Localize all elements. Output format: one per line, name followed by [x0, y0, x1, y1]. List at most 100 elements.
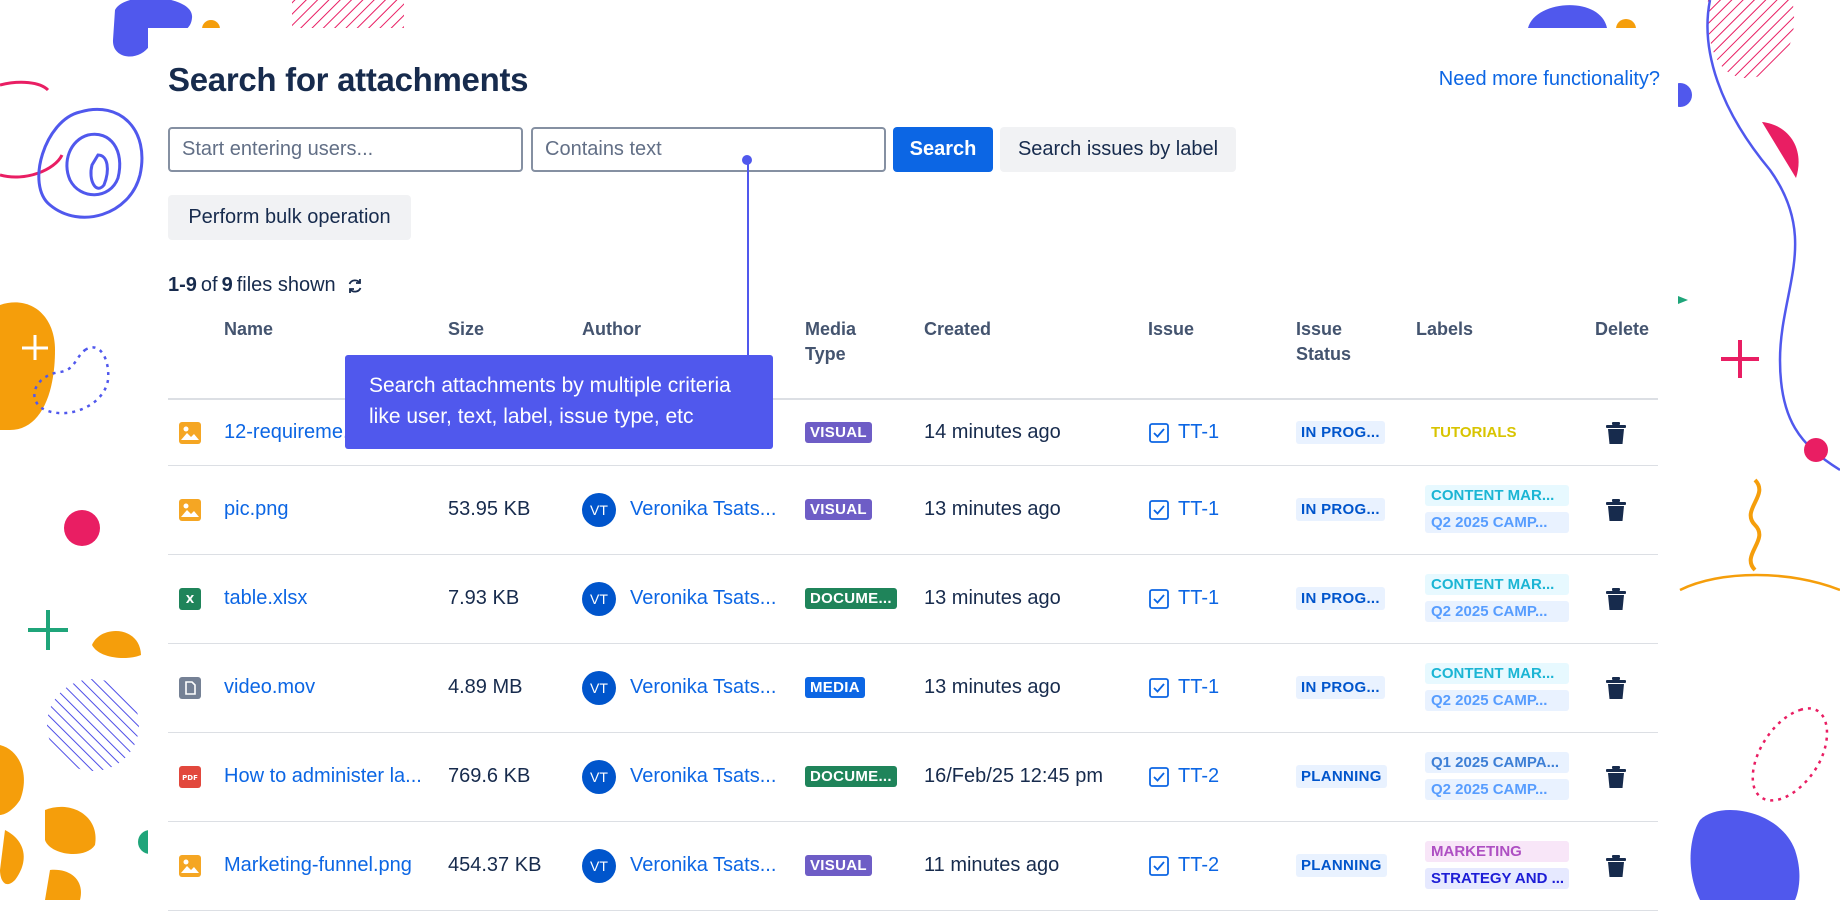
issue-cell: TT-1 [1148, 674, 1219, 702]
task-checkbox-icon [1148, 677, 1170, 699]
media-type-cell: DOCUME... [805, 765, 897, 789]
label-chip[interactable]: TUTORIALS [1425, 422, 1569, 443]
author-link[interactable]: Veronika Tsats... [630, 498, 776, 521]
issue-status-cell: IN PROG... [1296, 420, 1385, 446]
file-size: 769.6 KB [448, 765, 531, 787]
need-more-functionality-link[interactable]: Need more functionality? [1439, 68, 1660, 91]
issue-key-link[interactable]: TT-2 [1178, 854, 1219, 877]
search-issues-by-label-button[interactable]: Search issues by label [1000, 127, 1236, 172]
created-date: 11 minutes ago [924, 854, 1060, 876]
media-type-lozenge: DOCUME... [805, 766, 897, 787]
refresh-icon[interactable] [346, 277, 364, 295]
pdf-icon: PDF [178, 764, 202, 790]
issue-key-link[interactable]: TT-1 [1178, 587, 1219, 610]
task-checkbox-icon [1148, 499, 1170, 521]
search-button[interactable]: Search [893, 127, 993, 172]
author-link[interactable]: Veronika Tsats... [630, 854, 776, 877]
table-row: Xtable.xlsx 7.93 KB VT Veronika Tsats... … [168, 554, 1658, 644]
media-type-lozenge: VISUAL [805, 422, 872, 443]
image-icon [178, 497, 202, 523]
column-header-media-type[interactable]: Media Type [805, 317, 875, 367]
author-link[interactable]: Veronika Tsats... [630, 587, 776, 610]
results-count: 1-9 of 9 files shown [168, 274, 364, 297]
users-input[interactable] [168, 127, 523, 172]
label-chip[interactable]: CONTENT MAR... [1425, 573, 1569, 595]
file-name-link[interactable]: pic.png [224, 496, 289, 524]
created-date: 16/Feb/25 12:45 pm [924, 765, 1104, 787]
label-chip[interactable]: Q2 2025 CAMP... [1425, 600, 1569, 622]
task-checkbox-icon [1148, 855, 1170, 877]
page-title: Search for attachments [168, 61, 529, 98]
issue-status-lozenge: IN PROG... [1296, 421, 1385, 444]
issue-cell: TT-1 [1148, 496, 1219, 524]
column-header-name[interactable]: Name [224, 317, 273, 342]
media-type-cell: VISUAL [805, 854, 872, 878]
table-row: video.mov 4.89 MB VT Veronika Tsats... ME… [168, 643, 1658, 733]
issue-status-cell: IN PROG... [1296, 586, 1385, 612]
column-header-issue[interactable]: Issue [1148, 317, 1194, 342]
labels-cell: CONTENT MAR... Q2 2025 CAMP... [1425, 573, 1569, 622]
trash-icon[interactable] [1603, 674, 1629, 702]
label-chip[interactable]: Q2 2025 CAMP... [1425, 778, 1569, 800]
issue-status-cell: IN PROG... [1296, 497, 1385, 523]
trash-icon[interactable] [1603, 496, 1629, 524]
trash-icon[interactable] [1603, 852, 1629, 880]
label-chip[interactable]: Q2 2025 CAMP... [1425, 511, 1569, 533]
media-type-lozenge: VISUAL [805, 499, 872, 520]
label-chip[interactable]: MARKETING [1425, 840, 1569, 862]
file-name-link[interactable]: How to administer la... [224, 763, 422, 791]
issue-key-link[interactable]: TT-1 [1178, 421, 1219, 444]
media-type-cell: MEDIA [805, 676, 865, 700]
trash-icon[interactable] [1603, 763, 1629, 791]
issue-status-lozenge: PLANNING [1296, 854, 1387, 877]
labels-cell: CONTENT MAR... Q2 2025 CAMP... [1425, 662, 1569, 711]
avatar: VT [582, 670, 616, 705]
file-name-link[interactable]: table.xlsx [224, 585, 307, 613]
table-row: PDF How to administer la... 769.6 KB VT Ve… [168, 732, 1658, 822]
file-icon [178, 675, 202, 701]
author-link[interactable]: Veronika Tsats... [630, 676, 776, 699]
issue-status-lozenge: IN PROG... [1296, 676, 1385, 699]
column-header-size[interactable]: Size [448, 317, 484, 342]
issue-cell: TT-1 [1148, 419, 1219, 447]
trash-icon[interactable] [1603, 419, 1629, 447]
issue-key-link[interactable]: TT-1 [1178, 676, 1219, 699]
file-size: 53.95 KB [448, 498, 531, 520]
file-name-link[interactable]: video.mov [224, 674, 315, 702]
feature-tooltip: Search attachments by multiple criteria … [345, 355, 773, 449]
author-cell: VT Veronika Tsats... [582, 848, 776, 883]
author-cell: VT Veronika Tsats... [582, 759, 776, 794]
created-date: 14 minutes ago [924, 421, 1061, 443]
media-type-cell: VISUAL [805, 498, 872, 522]
label-chip[interactable]: Q1 2025 CAMPA... [1425, 751, 1569, 773]
task-checkbox-icon [1148, 588, 1170, 610]
author-cell: VT Veronika Tsats... [582, 670, 776, 705]
label-chip[interactable]: CONTENT MAR... [1425, 484, 1569, 506]
spreadsheet-icon: X [178, 586, 202, 612]
bulk-operation-button[interactable]: Perform bulk operation [168, 195, 411, 240]
task-checkbox-icon [1148, 766, 1170, 788]
media-type-cell: VISUAL [805, 421, 872, 445]
file-size: 4.89 MB [448, 676, 523, 698]
media-type-lozenge: MEDIA [805, 677, 865, 698]
image-icon [178, 420, 202, 446]
trash-icon[interactable] [1603, 585, 1629, 613]
results-total: 9 [221, 274, 233, 296]
issue-key-link[interactable]: TT-1 [1178, 498, 1219, 521]
label-chip[interactable]: STRATEGY AND ... [1425, 867, 1569, 889]
issue-status-cell: PLANNING [1296, 764, 1387, 790]
issue-key-link[interactable]: TT-2 [1178, 765, 1219, 788]
column-header-created[interactable]: Created [924, 317, 991, 342]
column-header-labels[interactable]: Labels [1416, 317, 1473, 342]
file-name-link[interactable]: Marketing-funnel.png [224, 852, 412, 880]
column-header-author[interactable]: Author [582, 317, 641, 342]
author-link[interactable]: Veronika Tsats... [630, 765, 776, 788]
issue-status-lozenge: PLANNING [1296, 765, 1387, 788]
created-date: 13 minutes ago [924, 587, 1061, 609]
label-chip[interactable]: Q2 2025 CAMP... [1425, 689, 1569, 711]
contains-text-input[interactable] [531, 127, 886, 172]
label-chip[interactable]: CONTENT MAR... [1425, 662, 1569, 684]
file-name-link[interactable]: 12-requireme... [224, 419, 360, 447]
column-header-issue-status[interactable]: Issue Status [1296, 317, 1366, 367]
tooltip-anchor-dot [742, 155, 752, 165]
